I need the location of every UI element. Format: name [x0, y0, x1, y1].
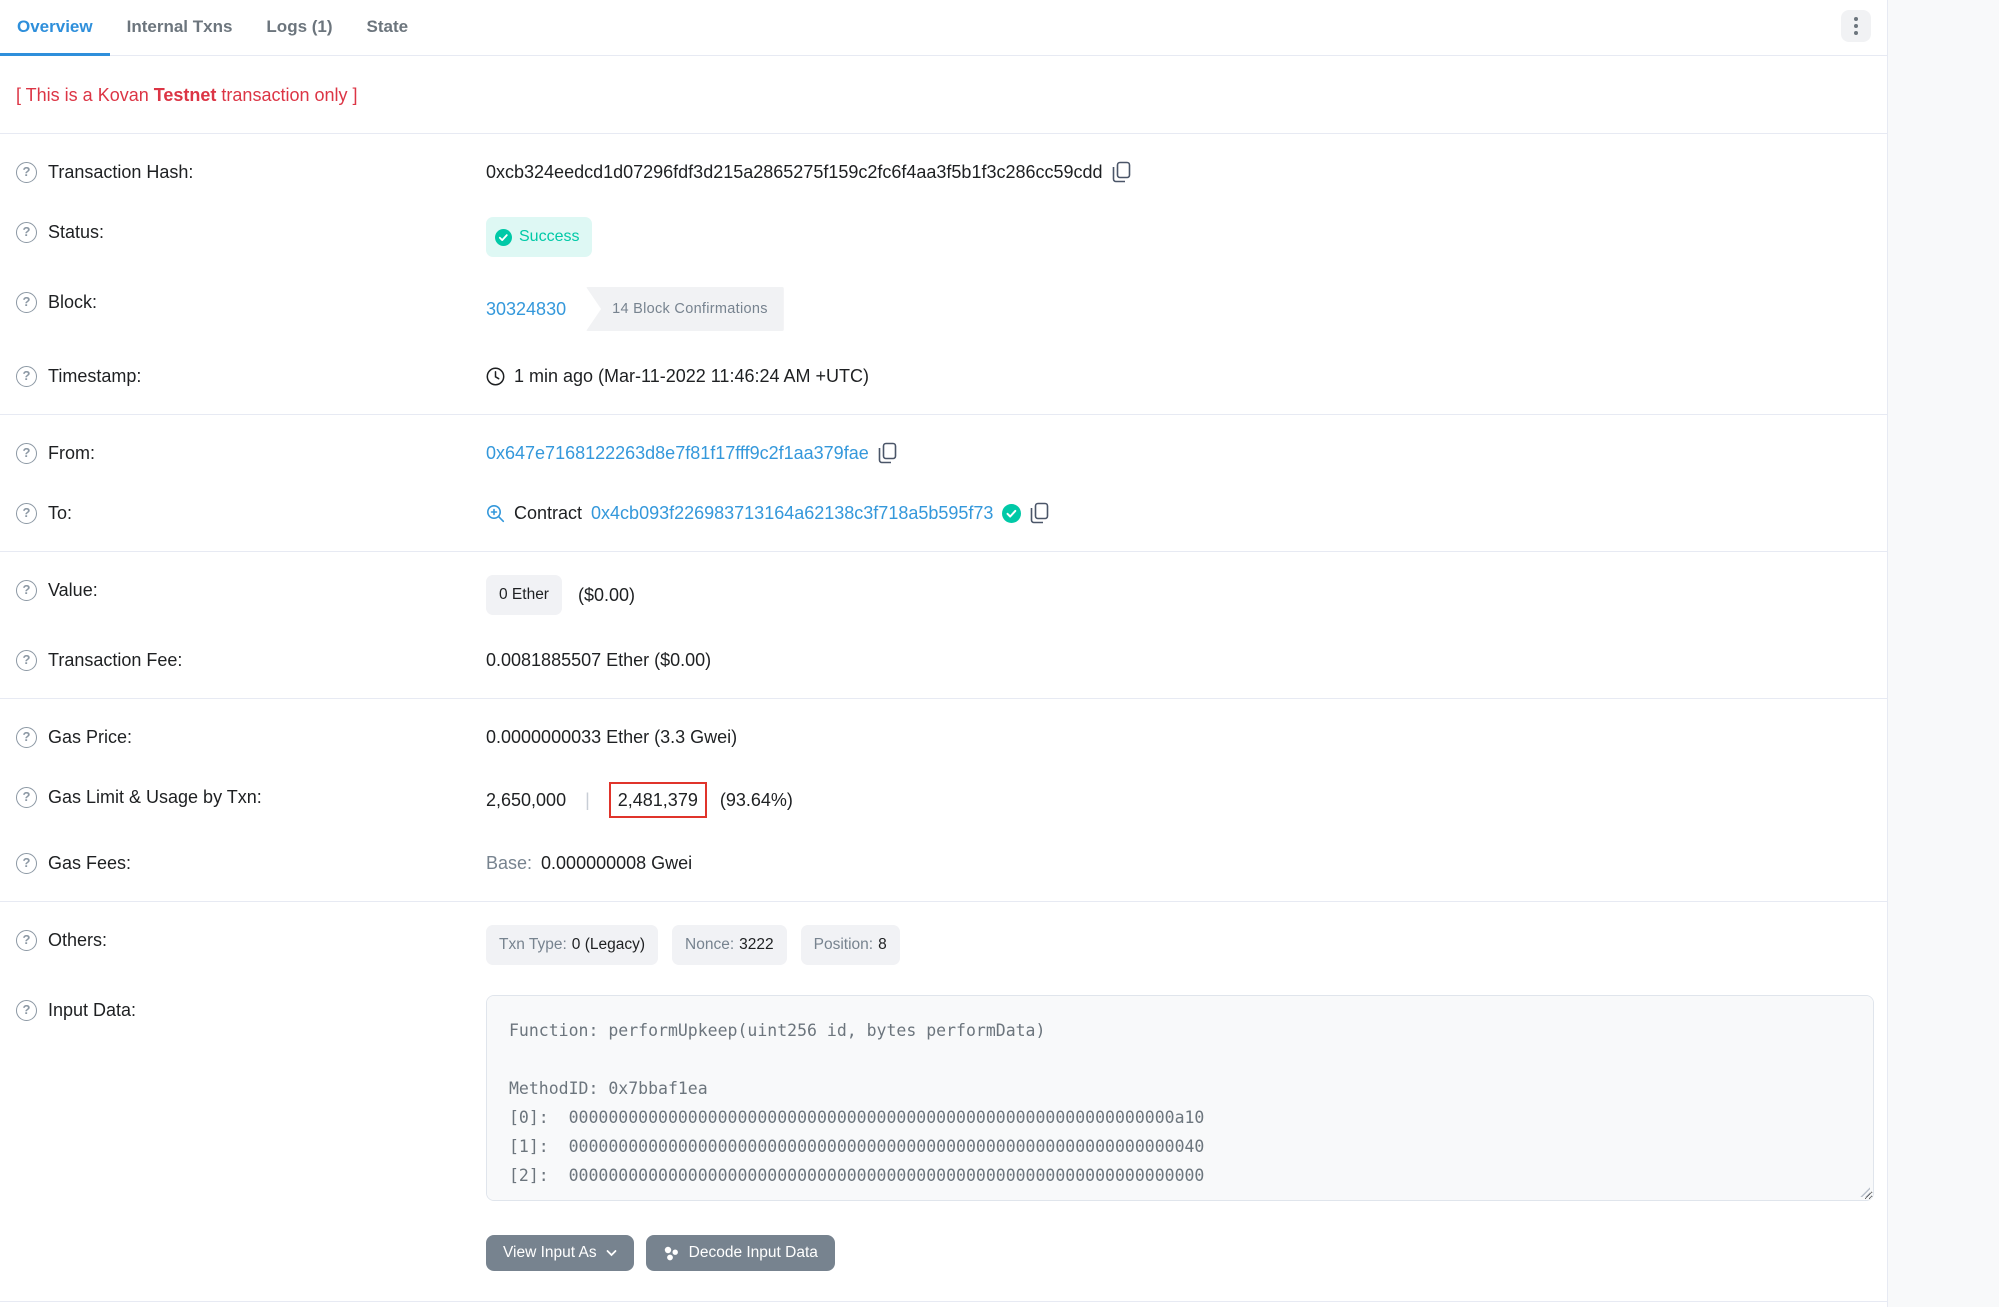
others-label: Others: [48, 925, 107, 955]
transaction-fee-label: Transaction Fee: [48, 645, 182, 675]
help-icon[interactable]: ? [16, 930, 37, 951]
input-data-textarea[interactable]: Function: performUpkeep(uint256 id, byte… [486, 995, 1874, 1201]
verified-check-icon [1002, 504, 1021, 523]
tab-internal-txns[interactable]: Internal Txns [110, 0, 250, 56]
gas-used-percent: (93.64%) [720, 785, 793, 815]
divider [0, 1301, 1887, 1302]
gas-fees-base-value: 0.000000008 Gwei [541, 848, 692, 878]
section-value-fee: ? Value: 0 Ether ($0.00) ? Transaction F… [0, 552, 1887, 698]
tab-state[interactable]: State [350, 0, 426, 56]
input-data-actions: View Input As Decode Input Data [486, 1235, 1887, 1271]
magnifier-plus-icon[interactable] [486, 504, 505, 523]
row-input-data: ? Input Data: Function: performUpkeep(ui… [0, 980, 1887, 1216]
row-block: ? Block: 30324830 14 Block Confirmations [0, 272, 1887, 346]
gas-used-value: 2,481,379 [618, 790, 698, 810]
row-others: ? Others: Txn Type:0 (Legacy) Nonce:3222… [0, 910, 1887, 980]
help-icon[interactable]: ? [16, 853, 37, 874]
row-gas-fees: ? Gas Fees: Base: 0.000000008 Gwei [0, 833, 1887, 893]
row-timestamp: ? Timestamp: 1 min ago (Mar-11-2022 11:4… [0, 346, 1887, 406]
tab-overview[interactable]: Overview [0, 0, 110, 56]
block-label: Block: [48, 287, 97, 317]
section-gas: ? Gas Price: 0.0000000033 Ether (3.3 Gwe… [0, 699, 1887, 901]
section-overview-top: ? Transaction Hash: 0xcb324eedcd1d07296f… [0, 134, 1887, 414]
row-to: ? To: Contract 0x4cb093f226983713164a621… [0, 483, 1887, 543]
gas-price-value: 0.0000000033 Ether (3.3 Gwei) [486, 722, 737, 752]
help-icon[interactable]: ? [16, 1000, 37, 1021]
help-icon[interactable]: ? [16, 787, 37, 808]
clock-icon [486, 367, 505, 386]
gas-fees-label: Gas Fees: [48, 848, 131, 878]
status-badge: Success [486, 217, 592, 257]
help-icon[interactable]: ? [16, 222, 37, 243]
to-address-link[interactable]: 0x4cb093f226983713164a62138c3f718a5b595f… [591, 498, 993, 528]
position-badge: Position:8 [801, 925, 900, 965]
row-gas-limit-usage: ? Gas Limit & Usage by Txn: 2,650,000 | … [0, 767, 1887, 833]
value-usd: ($0.00) [578, 580, 635, 610]
view-input-as-button[interactable]: View Input As [486, 1235, 634, 1271]
tab-logs[interactable]: Logs (1) [249, 0, 349, 56]
check-circle-icon [495, 229, 512, 246]
help-icon[interactable]: ? [16, 162, 37, 183]
transaction-hash-label: Transaction Hash: [48, 157, 193, 187]
input-data-label: Input Data: [48, 995, 136, 1025]
gas-limit-label: Gas Limit & Usage by Txn: [48, 782, 262, 812]
copy-icon[interactable] [1030, 502, 1049, 524]
value-label: Value: [48, 575, 98, 605]
nonce-badge: Nonce:3222 [672, 925, 787, 965]
row-from: ? From: 0x647e7168122263d8e7f81f17fff9c2… [0, 423, 1887, 483]
gas-used-highlight-box: 2,481,379 [609, 782, 707, 818]
status-label: Status: [48, 217, 104, 247]
chevron-down-icon [606, 1249, 617, 1257]
help-icon[interactable]: ? [16, 580, 37, 601]
row-gas-price: ? Gas Price: 0.0000000033 Ether (3.3 Gwe… [0, 707, 1887, 767]
testnet-notice: [ This is a Kovan Testnet transaction on… [0, 56, 1887, 133]
to-label: To: [48, 498, 72, 528]
gas-fees-base-label: Base: [486, 848, 532, 878]
section-addresses: ? From: 0x647e7168122263d8e7f81f17fff9c2… [0, 415, 1887, 551]
txn-type-badge: Txn Type:0 (Legacy) [486, 925, 658, 965]
transaction-fee-value: 0.0081885507 Ether ($0.00) [486, 645, 711, 675]
block-confirmations-badge: 14 Block Confirmations [586, 287, 784, 331]
tab-bar: Overview Internal Txns Logs (1) State [0, 0, 1887, 56]
row-status: ? Status: Success [0, 202, 1887, 272]
gas-limit-value: 2,650,000 [486, 785, 566, 815]
timestamp-label: Timestamp: [48, 361, 141, 391]
help-icon[interactable]: ? [16, 650, 37, 671]
from-address-link[interactable]: 0x647e7168122263d8e7f81f17fff9c2f1aa379f… [486, 438, 869, 468]
gas-price-label: Gas Price: [48, 722, 132, 752]
block-number-link[interactable]: 30324830 [486, 294, 566, 324]
row-value: ? Value: 0 Ether ($0.00) [0, 560, 1887, 630]
from-label: From: [48, 438, 95, 468]
input-data-content: Function: performUpkeep(uint256 id, byte… [509, 1016, 1851, 1190]
help-icon[interactable]: ? [16, 727, 37, 748]
transaction-detail-card: Overview Internal Txns Logs (1) State [ … [0, 0, 1888, 1307]
decode-icon [663, 1245, 680, 1262]
copy-icon[interactable] [1112, 161, 1131, 183]
row-transaction-fee: ? Transaction Fee: 0.0081885507 Ether ($… [0, 630, 1887, 690]
to-contract-prefix: Contract [514, 498, 582, 528]
resize-handle[interactable] [1858, 1185, 1870, 1197]
help-icon[interactable]: ? [16, 366, 37, 387]
kebab-menu-icon[interactable] [1841, 10, 1871, 42]
help-icon[interactable]: ? [16, 443, 37, 464]
section-others-input: ? Others: Txn Type:0 (Legacy) Nonce:3222… [0, 902, 1887, 1279]
row-transaction-hash: ? Transaction Hash: 0xcb324eedcd1d07296f… [0, 142, 1887, 202]
copy-icon[interactable] [878, 442, 897, 464]
help-icon[interactable]: ? [16, 503, 37, 524]
pipe-separator: | [585, 785, 590, 815]
transaction-hash-value: 0xcb324eedcd1d07296fdf3d215a2865275f159c… [486, 157, 1103, 187]
timestamp-value: 1 min ago (Mar-11-2022 11:46:24 AM +UTC) [514, 361, 869, 391]
ether-value-badge: 0 Ether [486, 575, 562, 615]
help-icon[interactable]: ? [16, 292, 37, 313]
decode-input-data-button[interactable]: Decode Input Data [646, 1235, 835, 1271]
